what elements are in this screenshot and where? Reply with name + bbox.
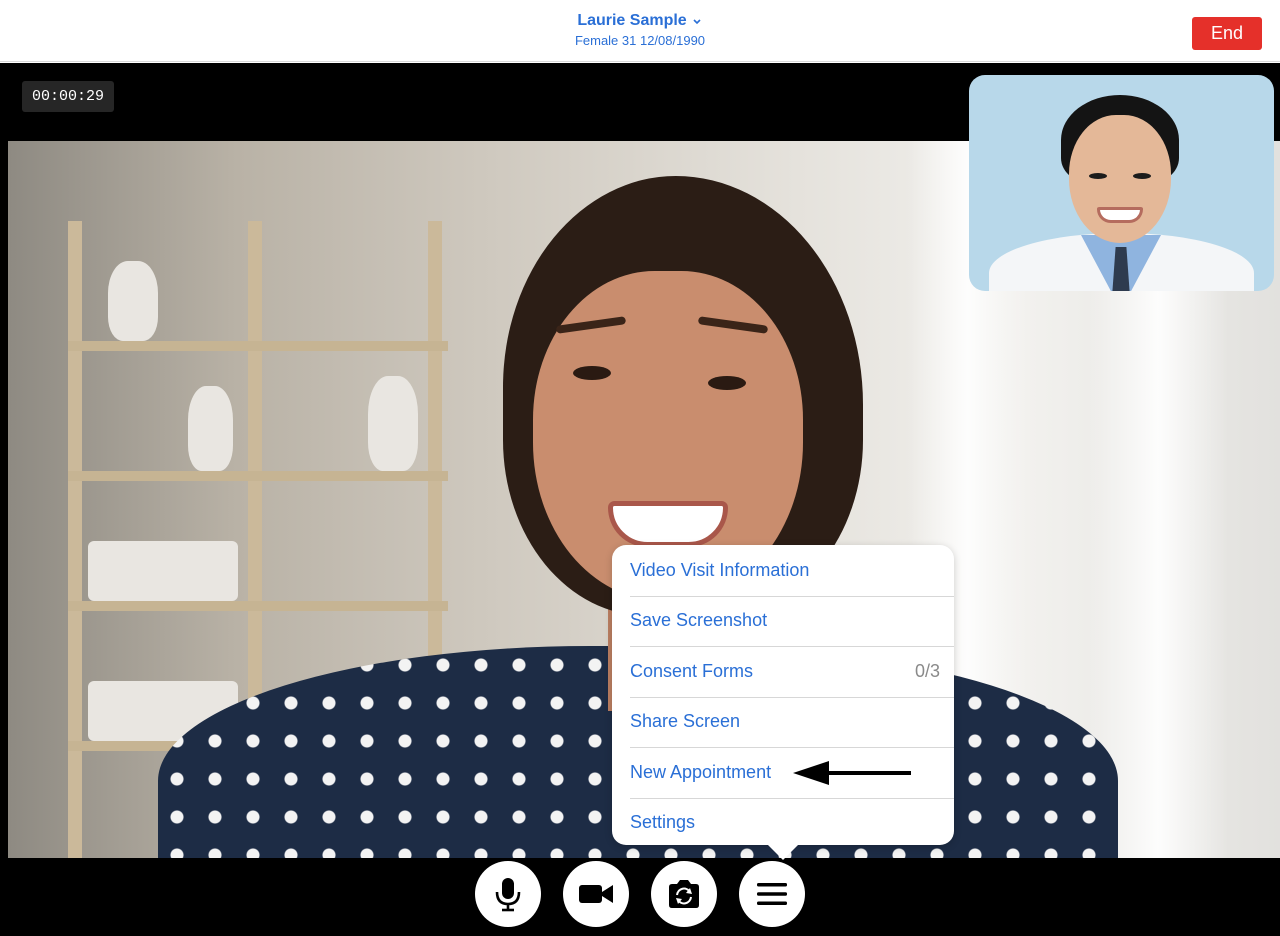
eye: [573, 366, 611, 380]
menu-item-video-visit-information[interactable]: Video Visit Information: [612, 545, 954, 596]
storage-box: [88, 541, 238, 601]
vase: [368, 376, 418, 471]
menu-item-consent-forms[interactable]: Consent Forms 0/3: [612, 646, 954, 697]
shelf-board: [68, 341, 448, 351]
patient-details: Female 31 12/08/1990: [574, 33, 706, 48]
menu-pointer-tail: [767, 844, 799, 860]
video-area: 00:00:29 Video Visit Information Save Sc…: [0, 63, 1280, 936]
doctor-face: [1069, 115, 1171, 243]
patient-name-dropdown[interactable]: Laurie Sample: [577, 12, 702, 30]
doctor-smile: [1097, 207, 1143, 223]
patient-name: Laurie Sample: [577, 12, 687, 29]
vase: [108, 261, 158, 341]
call-controls: [0, 859, 1280, 936]
self-video-feed[interactable]: [969, 75, 1274, 291]
menu-item-label: Settings: [630, 812, 696, 833]
menu-item-settings[interactable]: Settings: [612, 797, 954, 849]
video-camera-icon: [579, 885, 613, 903]
menu-icon: [757, 883, 787, 905]
call-header: Laurie Sample Female 31 12/08/1990 End: [0, 0, 1280, 62]
chevron-down-icon: [693, 19, 701, 25]
microphone-icon: [495, 878, 521, 912]
call-options-menu: Video Visit Information Save Screenshot …: [612, 545, 954, 845]
shelf-post: [68, 221, 82, 858]
menu-item-label: Video Visit Information: [630, 559, 810, 580]
switch-camera-icon: [669, 880, 699, 908]
menu-item-label: New Appointment: [630, 761, 772, 782]
mute-button[interactable]: [475, 861, 541, 927]
menu-item-label: Share Screen: [630, 711, 741, 732]
end-call-button[interactable]: End: [1192, 17, 1262, 50]
menu-item-label: Save Screenshot: [630, 610, 768, 631]
menu-item-share-screen[interactable]: Share Screen: [612, 696, 954, 748]
shelf-board: [68, 471, 448, 481]
smile: [608, 501, 728, 547]
doctor-eye: [1089, 173, 1107, 179]
switch-camera-button[interactable]: [651, 861, 717, 927]
camera-toggle-button[interactable]: [563, 861, 629, 927]
eye: [708, 376, 746, 390]
patient-info: Laurie Sample Female 31 12/08/1990: [0, 12, 1280, 48]
doctor-eye: [1133, 173, 1151, 179]
vase: [188, 386, 233, 471]
left-arrow-icon: [793, 761, 911, 785]
menu-item-label: Consent Forms: [630, 660, 754, 681]
menu-item-save-screenshot[interactable]: Save Screenshot: [612, 595, 954, 647]
menu-button[interactable]: [739, 861, 805, 927]
call-timer: 00:00:29: [22, 81, 114, 112]
consent-forms-count: 0/3: [914, 660, 940, 681]
shelf-board: [68, 601, 448, 611]
